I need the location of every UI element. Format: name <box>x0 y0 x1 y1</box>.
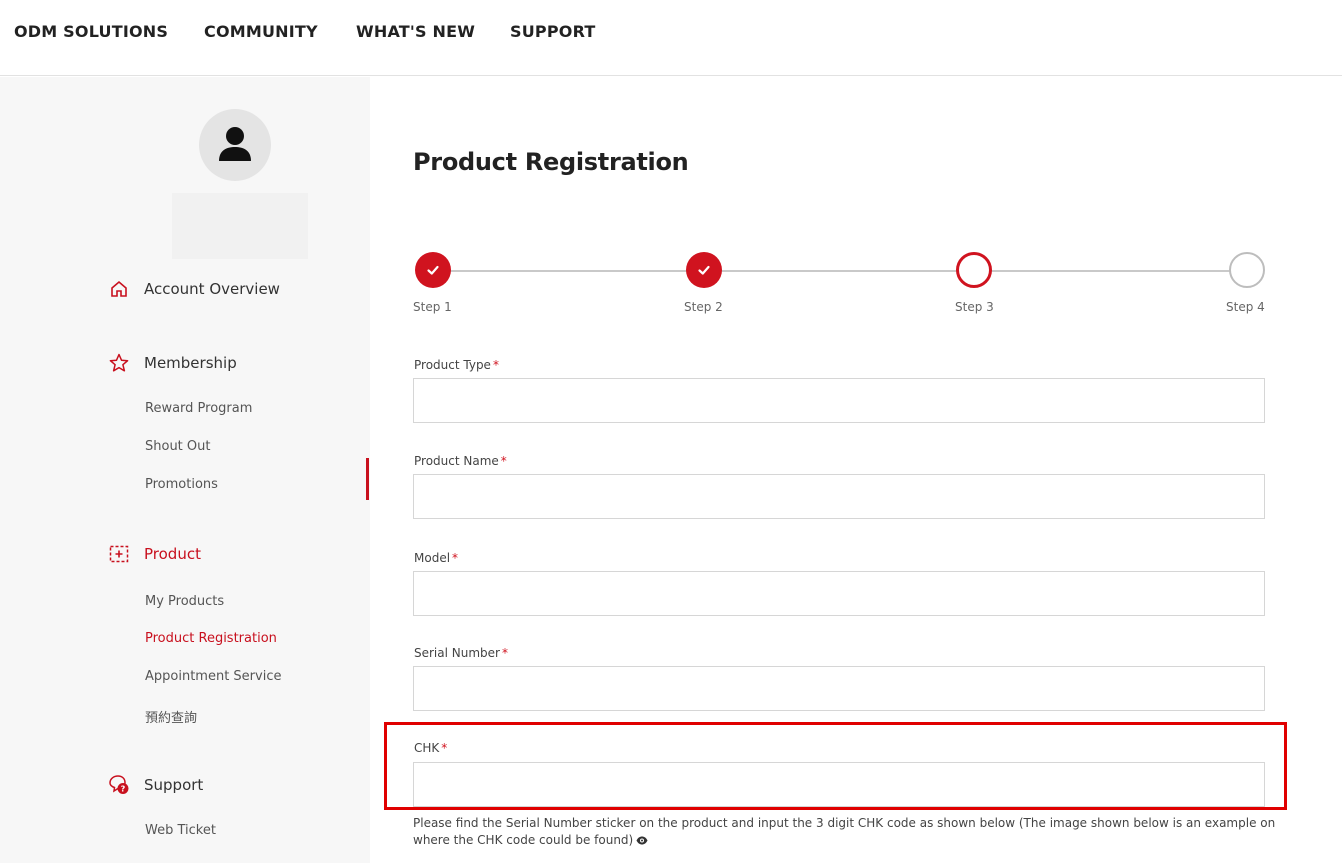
avatar[interactable] <box>199 109 271 181</box>
sidebar-item-label: Product <box>144 545 201 563</box>
label-text: CHK <box>414 741 440 755</box>
product-name-label: Product Name * <box>414 454 507 468</box>
product-type-label: Product Type * <box>414 358 499 372</box>
home-icon <box>108 278 130 300</box>
step-2-label: Step 2 <box>684 300 723 314</box>
step-4-indicator <box>1229 252 1265 288</box>
required-mark: * <box>500 454 507 468</box>
sidebar-subitem-web-ticket[interactable]: Web Ticket <box>145 823 216 838</box>
required-mark: * <box>492 358 499 372</box>
sidebar-subitem-product-registration[interactable]: Product Registration <box>145 631 277 646</box>
user-icon <box>219 127 251 161</box>
sidebar-item-label: Account Overview <box>144 280 280 298</box>
step-2-indicator <box>686 252 722 288</box>
sidebar-item-product[interactable]: Product <box>108 543 201 565</box>
nav-community[interactable]: COMMUNITY <box>204 22 318 41</box>
sidebar-item-support[interactable]: ? Support <box>108 774 203 796</box>
check-icon <box>698 265 710 275</box>
sidebar-item-label: Support <box>144 776 204 794</box>
sidebar-item-label: Membership <box>144 354 237 372</box>
sidebar-subitem-my-products[interactable]: My Products <box>145 594 224 609</box>
label-text: Product Name <box>414 454 499 468</box>
sidebar-item-account-overview[interactable]: Account Overview <box>108 278 280 300</box>
label-text: Serial Number <box>414 646 500 660</box>
sidebar-subitem-promotions[interactable]: Promotions <box>145 477 218 492</box>
top-navigation: ODM SOLUTIONS COMMUNITY WHAT'S NEW SUPPO… <box>0 0 1342 76</box>
serial-number-label: Serial Number * <box>414 646 508 660</box>
sidebar-subitem-reward-program[interactable]: Reward Program <box>145 401 252 416</box>
required-mark: * <box>452 551 459 565</box>
check-icon <box>427 265 439 275</box>
step-3-label: Step 3 <box>955 300 994 314</box>
active-section-indicator <box>366 458 369 500</box>
sidebar-subitem-appointment-service[interactable]: Appointment Service <box>145 669 281 684</box>
sidebar <box>0 77 370 863</box>
user-name-placeholder <box>172 193 308 259</box>
nav-odm-solutions[interactable]: ODM SOLUTIONS <box>14 22 168 41</box>
support-chat-icon: ? <box>108 774 130 796</box>
label-text: Product Type <box>414 358 491 372</box>
star-icon <box>108 352 130 374</box>
sidebar-item-membership[interactable]: Membership <box>108 352 237 374</box>
product-name-input[interactable] <box>413 474 1265 519</box>
nav-whats-new[interactable]: WHAT'S NEW <box>356 22 475 41</box>
eye-icon[interactable] <box>636 833 648 850</box>
product-type-input[interactable] <box>413 378 1265 423</box>
sidebar-subitem-shout-out[interactable]: Shout Out <box>145 439 210 454</box>
model-label: Model * <box>414 551 458 565</box>
svg-text:?: ? <box>121 785 126 794</box>
help-text-content: Please find the Serial Number sticker on… <box>413 816 1276 847</box>
stepper-track <box>434 270 1246 272</box>
model-input[interactable] <box>413 571 1265 616</box>
required-mark: * <box>441 741 448 755</box>
product-icon <box>108 543 130 565</box>
step-3-indicator <box>956 252 992 288</box>
step-1-label: Step 1 <box>413 300 452 314</box>
serial-number-input[interactable] <box>413 666 1265 711</box>
page-title: Product Registration <box>413 148 689 176</box>
chk-label: CHK * <box>414 741 447 755</box>
step-4-label: Step 4 <box>1226 300 1265 314</box>
sidebar-subitem-appointment-query[interactable]: 預約查詢 <box>145 707 197 726</box>
nav-support[interactable]: SUPPORT <box>510 22 596 41</box>
required-mark: * <box>501 646 508 660</box>
step-1-indicator <box>415 252 451 288</box>
label-text: Model <box>414 551 451 565</box>
chk-help-text: Please find the Serial Number sticker on… <box>413 815 1293 850</box>
chk-input[interactable] <box>413 762 1265 807</box>
